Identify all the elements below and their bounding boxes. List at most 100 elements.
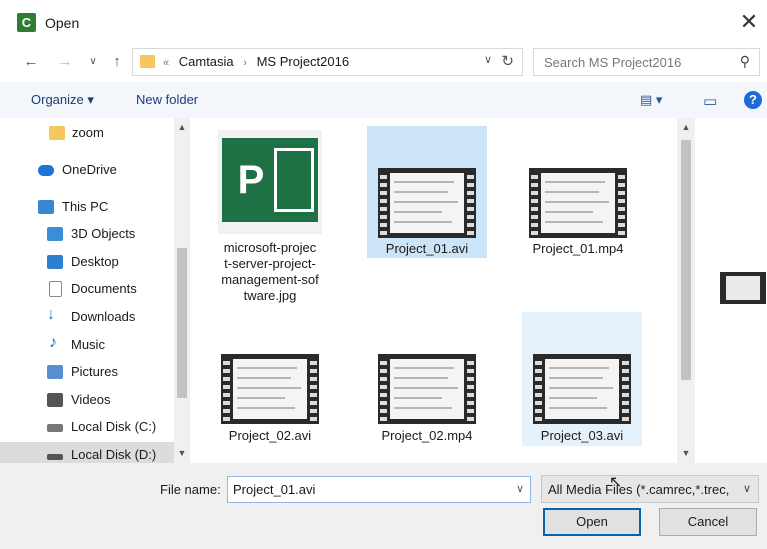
file-item[interactable]: Project_02.avi [210, 314, 330, 446]
breadcrumb-camtasia[interactable]: Camtasia [179, 54, 234, 69]
file-name: Project_01.avi [385, 241, 469, 256]
file-list-scrollbar[interactable]: ▲ ▼ [677, 118, 695, 463]
preview-frame [726, 276, 760, 300]
document-icon [49, 281, 62, 297]
search-input[interactable]: Search MS Project2016 [544, 55, 681, 70]
file-name-value[interactable]: Project_01.avi [233, 482, 315, 497]
video-thumbnail [221, 354, 319, 424]
sidebar-item-label: Local Disk (C:) [71, 419, 157, 434]
sidebar-item-desktop[interactable]: Desktop [0, 249, 174, 275]
folder-icon [140, 55, 155, 68]
file-item[interactable]: Project_03.avi [522, 312, 642, 446]
address-dropdown-icon[interactable]: ∨ [484, 53, 492, 66]
recent-locations-chevron-icon[interactable]: ∨ [82, 50, 104, 74]
sidebar-item-documents[interactable]: Documents [0, 276, 174, 302]
desktop-icon [47, 255, 63, 269]
sidebar-scrollbar[interactable]: ▲ ▼ [174, 118, 190, 463]
file-item[interactable]: Project_01.mp4 [518, 126, 638, 258]
sidebar-item-local-disk-c[interactable]: Local Disk (C:) [0, 414, 174, 440]
sidebar-item-videos[interactable]: Videos [0, 387, 174, 413]
thumbnail-row [545, 211, 593, 213]
scroll-up-icon[interactable]: ▲ [681, 122, 691, 132]
thumbnail-row [545, 221, 603, 223]
thumbnail-frame [390, 359, 464, 419]
file-name-line: tware.jpg [243, 288, 297, 303]
address-bar[interactable]: « Camtasia › MS Project2016 ∨ ↻ [132, 48, 523, 76]
film-strip-holes [618, 171, 625, 235]
thumbnail-row [394, 181, 454, 183]
sidebar-item-music[interactable]: ♪ Music [0, 332, 174, 358]
search-icon[interactable]: ⚲ [740, 53, 750, 70]
view-options-icon[interactable]: ▤ ▾ [640, 92, 662, 108]
film-strip-holes [467, 357, 474, 421]
thumbnail-row [237, 377, 291, 379]
sidebar-item-zoom[interactable]: zoom [0, 120, 174, 146]
project-logo-background: P [222, 138, 318, 222]
drive-icon [47, 424, 63, 432]
video-thumbnail [378, 168, 476, 238]
film-strip-holes [531, 171, 538, 235]
organize-button[interactable]: Organize ▾ [31, 92, 94, 108]
thumbnail-row [394, 221, 452, 223]
file-item[interactable]: Project_01.avi [367, 126, 487, 258]
thumbnail-row [237, 367, 297, 369]
up-arrow-icon[interactable]: ↑ [106, 50, 128, 74]
thumbnail-row [549, 397, 597, 399]
sidebar-item-label: Music [71, 337, 105, 352]
sidebar-item-label: Desktop [71, 254, 119, 269]
thumbnail-row [394, 397, 442, 399]
sidebar-scroll-thumb[interactable] [177, 248, 187, 398]
scroll-down-icon[interactable]: ▼ [177, 448, 187, 458]
breadcrumb-overflow[interactable]: « [163, 57, 169, 69]
cube-icon [47, 227, 63, 241]
sidebar-item-pictures[interactable]: Pictures [0, 359, 174, 385]
thumbnail-frame [390, 173, 464, 233]
file-item[interactable]: P microsoft-projec t-server-project- man… [218, 126, 322, 316]
thumbnail-row [545, 191, 599, 193]
video-icon [47, 393, 63, 407]
sidebar-item-label: Local Disk (D:) [71, 447, 157, 462]
sidebar-item-downloads[interactable]: ↓ Downloads [0, 304, 174, 330]
file-list-scroll-thumb[interactable] [681, 140, 691, 380]
help-icon[interactable]: ? [744, 91, 762, 109]
file-item[interactable]: Project_02.mp4 [367, 314, 487, 446]
title-bar: C Open ✕ [0, 0, 767, 46]
file-name-line: t-server-project- [224, 256, 316, 271]
video-thumbnail [378, 354, 476, 424]
file-name-input[interactable]: Project_01.avi ∨ [227, 476, 531, 503]
close-icon[interactable]: ✕ [737, 8, 761, 36]
breadcrumb-separator: › [243, 57, 247, 69]
breadcrumb-ms-project2016[interactable]: MS Project2016 [257, 54, 350, 69]
breadcrumb: « Camtasia › MS Project2016 [163, 54, 355, 69]
window-title: Open [45, 15, 80, 31]
thumbnail-row [237, 407, 295, 409]
download-icon: ↓ [47, 306, 55, 323]
forward-arrow-icon[interactable]: → [54, 50, 76, 74]
scroll-down-icon[interactable]: ▼ [681, 448, 691, 458]
sidebar-item-this-pc[interactable]: This PC [0, 194, 174, 220]
file-name: Project_01.mp4 [532, 241, 624, 256]
file-type-filter[interactable]: All Media Files (*.camrec,*.trec, ∨ [541, 475, 759, 503]
refresh-icon[interactable]: ↻ [501, 52, 514, 70]
thumbnail-row [549, 407, 607, 409]
open-button[interactable]: Open [543, 508, 641, 536]
thumbnail-row [394, 211, 442, 213]
search-box[interactable]: Search MS Project2016 ⚲ [533, 48, 760, 76]
thumbnail-row [394, 407, 452, 409]
sidebar-item-onedrive[interactable]: OneDrive [0, 157, 174, 183]
chevron-down-icon[interactable]: ∨ [516, 482, 524, 495]
back-arrow-icon[interactable]: ← [20, 50, 42, 74]
file-name: Project_02.avi [228, 428, 312, 443]
sidebar-item-3d-objects[interactable]: 3D Objects [0, 221, 174, 247]
preview-pane-icon[interactable]: ▭ [703, 92, 717, 110]
project-logo-letter: P [230, 152, 272, 208]
film-strip-holes [380, 171, 387, 235]
cloud-icon [38, 165, 54, 176]
scroll-up-icon[interactable]: ▲ [177, 122, 187, 132]
thumbnail-row [549, 367, 609, 369]
cancel-button[interactable]: Cancel [659, 508, 757, 536]
new-folder-button[interactable]: New folder [136, 92, 198, 107]
chevron-down-icon[interactable]: ∨ [743, 482, 751, 495]
picture-icon [47, 365, 63, 379]
music-icon: ♪ [49, 334, 57, 351]
